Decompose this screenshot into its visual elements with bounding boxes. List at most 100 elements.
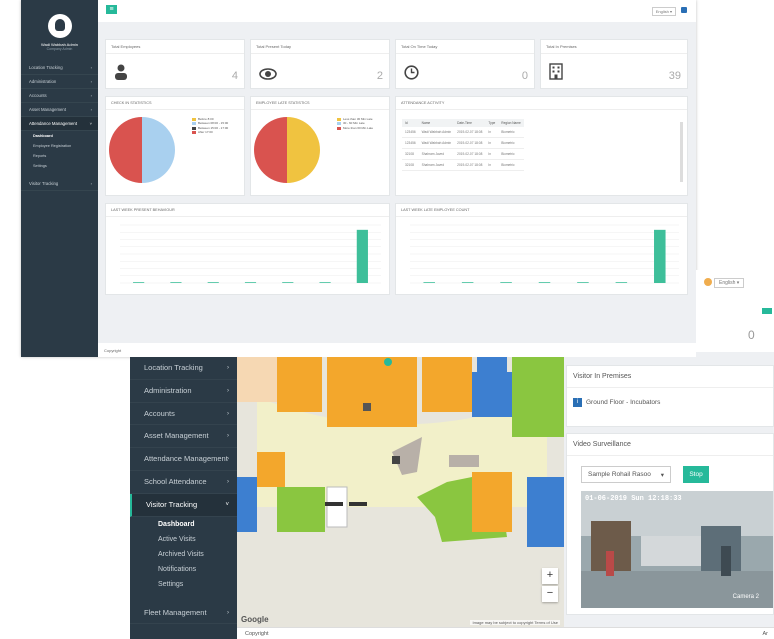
sidebar-subitem-reports[interactable]: Reports <box>21 151 98 161</box>
sidebar-item-label: Fleet Management <box>144 607 207 617</box>
floor-plan-map[interactable]: + − Google Image may be subject to copyr… <box>237 357 564 627</box>
bar[interactable] <box>423 282 435 283</box>
sidebar-item-school-attendance[interactable]: School Attendance › <box>130 471 237 494</box>
video-feed[interactable]: 01-06-2019 Sun 12:18:33 Camera 2 <box>581 491 773 608</box>
footer-right-text: Ar <box>762 631 769 637</box>
bar[interactable] <box>170 282 182 283</box>
sidebar-item-location-tracking[interactable]: Location Tracking › <box>21 61 98 75</box>
bell-icon[interactable] <box>704 278 712 286</box>
table-row: 123456 Wadi Wabbah Admin 2019-02-07 18:08 I… <box>402 137 524 149</box>
panel-title: LAST WEEK PRESENT BEHAVIOUR <box>106 204 389 217</box>
column-header[interactable]: Date-Time <box>454 119 486 127</box>
bar[interactable] <box>577 282 589 283</box>
table-cell: Biometric <box>498 148 524 160</box>
sidebar-item-label: Location Tracking <box>144 363 203 372</box>
table-row: 123456 Wadi Wabbah Admin 2019-02-07 18:08 I… <box>402 127 524 138</box>
sidebar-item-visitor-tracking[interactable]: Visitor Tracking ˅ <box>130 493 237 517</box>
sidebar-item-asset-management[interactable]: Asset Management › <box>21 103 98 117</box>
bar[interactable] <box>319 282 331 283</box>
footer: Copyright Ar <box>237 627 774 639</box>
bar[interactable] <box>538 282 551 283</box>
legend-entry: Before 8:00 <box>198 117 214 121</box>
stat-value: 4 <box>231 70 238 82</box>
stat-value: 0 <box>748 328 755 342</box>
sidebar-subitem-active-visits[interactable]: Active Visits <box>130 532 237 547</box>
bar[interactable] <box>207 282 219 283</box>
column-header[interactable]: Name <box>418 119 455 127</box>
flag-icon[interactable] <box>681 7 687 13</box>
bar[interactable] <box>356 229 368 283</box>
chevron-down-icon: ˅ <box>225 501 229 508</box>
google-logo: Google <box>241 615 269 624</box>
sidebar-subitem-dashboard[interactable]: Dashboard <box>21 131 98 141</box>
zoom-out-button[interactable]: − <box>542 586 558 602</box>
pie-slice <box>109 117 142 183</box>
stat-label: Total On Time Today <box>396 40 534 54</box>
list-item[interactable]: i Ground Floor - Incubators <box>567 388 773 417</box>
zoom-in-button[interactable]: + <box>542 568 558 584</box>
table-cell: In <box>485 127 499 138</box>
clock-icon <box>404 65 419 83</box>
bar[interactable] <box>615 282 628 283</box>
present-behaviour-panel: LAST WEEK PRESENT BEHAVIOUR <box>105 203 390 295</box>
sidebar-item-label: Accounts <box>29 93 47 98</box>
chevron-right-icon: › <box>90 107 92 112</box>
chevron-down-icon: ▾ <box>660 472 664 479</box>
bar[interactable] <box>654 229 666 283</box>
bar[interactable] <box>500 282 512 283</box>
bar[interactable] <box>282 282 294 283</box>
language-select[interactable]: English ▾ <box>714 278 745 288</box>
avatar[interactable] <box>47 14 72 38</box>
map-attribution[interactable]: Image may be subject to copyright Terms … <box>470 620 560 625</box>
sidebar-item-label: Administration <box>29 79 57 84</box>
table-cell: 2019-02-07 18:08 <box>454 148 486 160</box>
sidebar-item-label: Visitor Tracking <box>29 181 59 186</box>
bar[interactable] <box>461 282 474 283</box>
sidebar-subitem-settings[interactable]: Settings <box>21 161 98 171</box>
stop-button[interactable]: Stop <box>683 466 709 483</box>
sidebar-item-administration[interactable]: Administration › <box>21 75 98 89</box>
sidebar-item-visitor-tracking[interactable]: Visitor Tracking › <box>21 177 98 191</box>
sidebar-item-accounts[interactable]: Accounts › <box>130 403 237 426</box>
bar[interactable] <box>133 282 145 283</box>
table-cell: 2019-02-07 18:08 <box>454 127 486 138</box>
chevron-right-icon: › <box>227 365 229 371</box>
sidebar-item-attendance-management[interactable]: Attendance Management › <box>130 448 237 471</box>
sidebar-item-label: Asset Management <box>29 107 67 112</box>
sidebar-item-administration[interactable]: Administration › <box>130 380 237 403</box>
sidebar-subitem-archived-visits[interactable]: Archived Visits <box>130 547 237 562</box>
column-header[interactable]: Id <box>402 119 419 127</box>
chevron-right-icon: › <box>90 93 92 98</box>
table-cell: 32108 <box>402 148 419 160</box>
sidebar-item-fleet-management[interactable]: Fleet Management › <box>130 602 237 625</box>
table-cell: Wadi Wabbah Admin <box>418 127 455 138</box>
panel-title: Visitor In Premises <box>567 366 773 388</box>
sidebar-item-asset-management[interactable]: Asset Management › <box>130 425 237 449</box>
main-content: ≡ English ▾ Total Employees 4 Total Pres… <box>98 0 696 357</box>
table-row: 32108 Shahram Javed 2019-02-07 18:08 In Biom… <box>402 148 524 160</box>
stat-label: Total Present Today <box>251 40 389 54</box>
sidebar-item-accounts[interactable]: Accounts › <box>21 89 98 103</box>
column-header[interactable]: Type <box>485 119 499 127</box>
chevron-down-icon: ˅ <box>89 121 92 126</box>
table-cell: Wadi Wabbah Admin <box>418 137 455 149</box>
bar[interactable] <box>244 282 257 283</box>
attendance-activity-panel: ATTENDANCE ACTIVITY Id Name Date-Time Ty… <box>395 96 688 196</box>
menu-toggle-icon[interactable]: ≡ <box>106 5 117 14</box>
column-header[interactable]: Region Name <box>498 119 524 127</box>
sidebar-subitem-settings[interactable]: Settings <box>130 577 237 592</box>
sidebar-item-attendance-management[interactable]: Attendance Management ˅ <box>21 117 98 131</box>
stat-value: 0 <box>521 70 528 82</box>
footer: Copyright <box>98 343 696 357</box>
table-row: 32108 Shahram Javed 2019-02-07 18:08 In Biom… <box>402 159 524 171</box>
present-bar-chart <box>120 224 381 284</box>
sidebar-subitem-employee-registration[interactable]: Employee Registration <box>21 141 98 151</box>
sidebar-item-location-tracking[interactable]: Location Tracking › <box>130 357 237 380</box>
sidebar-subitem-notifications[interactable]: Notifications <box>130 562 237 577</box>
chevron-right-icon: › <box>227 456 229 463</box>
chevron-right-icon: › <box>227 609 229 616</box>
camera-select[interactable]: Sample Rohail Rasoo ▾ <box>581 466 671 483</box>
table-scrollbar[interactable] <box>680 122 683 182</box>
language-select[interactable]: English ▾ <box>651 7 676 16</box>
sidebar-subitem-dashboard[interactable]: Dashboard <box>130 517 237 532</box>
